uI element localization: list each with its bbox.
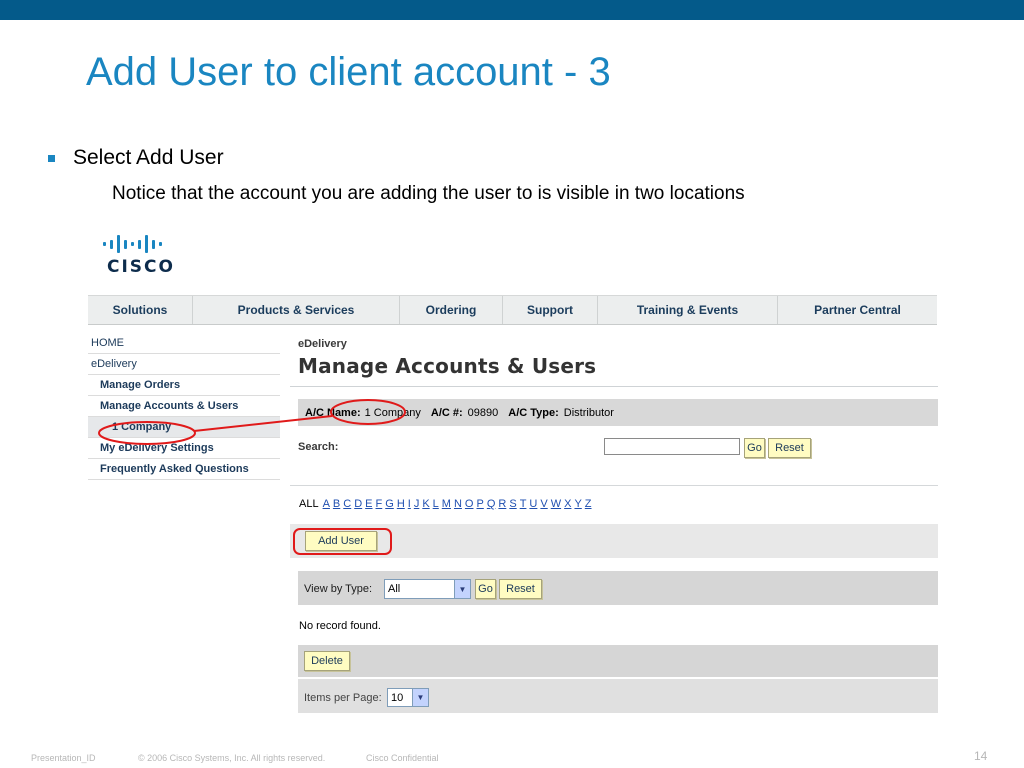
items-per-page-select[interactable]: 10 ▼: [387, 688, 429, 707]
nav-ordering[interactable]: Ordering: [400, 296, 503, 324]
alphabet-letter[interactable]: L: [433, 498, 439, 510]
divider: [290, 386, 938, 387]
items-per-page-value: 10: [391, 691, 404, 704]
account-type-value: Distributor: [563, 406, 614, 419]
chevron-down-icon[interactable]: ▼: [454, 580, 470, 598]
sub-bullet-text: Notice that the account you are adding t…: [112, 183, 745, 204]
search-reset-button[interactable]: Reset: [768, 438, 811, 458]
nav-training-events[interactable]: Training & Events: [598, 296, 778, 324]
alphabet-letter[interactable]: J: [414, 498, 420, 510]
delete-bar: [298, 645, 938, 677]
left-navigation: HOME eDelivery Manage Orders Manage Acco…: [88, 333, 280, 480]
slide-title: Add User to client account - 3: [86, 50, 611, 94]
alphabet-letter[interactable]: C: [343, 498, 351, 510]
no-record-message: No record found.: [299, 620, 381, 632]
page-heading: Manage Accounts & Users: [298, 354, 597, 378]
add-user-band: [290, 524, 938, 558]
breadcrumb: eDelivery: [298, 338, 347, 350]
alphabet-letter[interactable]: A: [323, 498, 330, 510]
leftnav-my-edelivery-settings[interactable]: My eDelivery Settings: [88, 438, 280, 459]
alphabet-letter[interactable]: N: [454, 498, 462, 510]
cisco-logo-bars-icon: [103, 235, 175, 253]
bullet-point: Select Add User: [48, 146, 224, 170]
alphabet-letter[interactable]: G: [385, 498, 394, 510]
add-user-button[interactable]: Add User: [305, 531, 377, 551]
alphabet-filter: ALL A B C D E F G H I J K L M N O P Q R …: [299, 498, 595, 510]
footer-confidential: Cisco Confidential: [366, 753, 439, 763]
alphabet-letter[interactable]: K: [422, 498, 429, 510]
leftnav-selected-account[interactable]: 1 Company: [88, 417, 280, 438]
account-number-value: 09890: [467, 406, 499, 419]
bullet-text: Select Add User: [73, 146, 224, 169]
search-label: Search:: [298, 441, 339, 453]
view-by-type-label: View by Type:: [304, 583, 373, 595]
alphabet-letter[interactable]: V: [540, 498, 547, 510]
view-by-type-select[interactable]: All ▼: [384, 579, 471, 599]
view-go-button[interactable]: Go: [475, 579, 496, 599]
nav-support[interactable]: Support: [503, 296, 598, 324]
alphabet-letter[interactable]: O: [465, 498, 474, 510]
top-navigation: Solutions Products & Services Ordering S…: [88, 295, 937, 325]
account-info-bar: A/C Name: 1 Company A/C #: 09890 A/C Typ…: [298, 399, 938, 426]
alphabet-letter[interactable]: X: [564, 498, 571, 510]
alphabet-letter[interactable]: W: [551, 498, 561, 510]
search-go-button[interactable]: Go: [744, 438, 765, 458]
bullet-square-icon: [48, 154, 55, 162]
leftnav-edelivery[interactable]: eDelivery: [88, 354, 280, 375]
account-type-label: A/C Type:: [508, 406, 559, 419]
delete-button[interactable]: Delete: [304, 651, 350, 671]
alphabet-letter[interactable]: E: [365, 498, 372, 510]
leftnav-home[interactable]: HOME: [88, 333, 280, 354]
account-name-value: 1 Company: [364, 406, 421, 419]
nav-solutions[interactable]: Solutions: [88, 296, 193, 324]
alphabet-letter[interactable]: T: [520, 498, 527, 510]
footer-copyright: © 2006 Cisco Systems, Inc. All rights re…: [138, 753, 326, 763]
alphabet-letter[interactable]: Q: [487, 498, 496, 510]
alphabet-letter[interactable]: U: [529, 498, 537, 510]
cisco-logo-text: CISCO: [107, 257, 175, 277]
alphabet-all[interactable]: ALL: [299, 498, 319, 510]
top-bar: [0, 0, 1024, 20]
leftnav-manage-accounts-users[interactable]: Manage Accounts & Users: [88, 396, 280, 417]
alphabet-letter[interactable]: P: [476, 498, 483, 510]
alphabet-letter[interactable]: M: [442, 498, 451, 510]
account-name-label: A/C Name:: [305, 406, 361, 419]
page-number: 14: [974, 749, 988, 763]
leftnav-faq[interactable]: Frequently Asked Questions: [88, 459, 280, 480]
alphabet-letter[interactable]: B: [333, 498, 340, 510]
account-number-label: A/C #:: [430, 406, 463, 419]
items-per-page-label: Items per Page:: [304, 692, 382, 704]
view-by-type-value: All: [388, 583, 401, 595]
alphabet-letter[interactable]: F: [376, 498, 383, 510]
alphabet-letter[interactable]: D: [354, 498, 362, 510]
nav-partner-central[interactable]: Partner Central: [778, 296, 937, 324]
search-input[interactable]: [604, 438, 740, 455]
alphabet-letter[interactable]: R: [498, 498, 506, 510]
alphabet-letter[interactable]: H: [397, 498, 405, 510]
nav-products-services[interactable]: Products & Services: [193, 296, 400, 324]
alphabet-letter[interactable]: I: [408, 498, 411, 510]
view-reset-button[interactable]: Reset: [499, 579, 542, 599]
cisco-logo: CISCO: [103, 235, 175, 281]
alphabet-letter[interactable]: S: [509, 498, 516, 510]
divider: [290, 485, 938, 486]
footer-presentation-id: Presentation_ID: [31, 753, 96, 763]
chevron-down-icon[interactable]: ▼: [412, 689, 428, 706]
alphabet-letter[interactable]: Y: [574, 498, 581, 510]
alphabet-letter[interactable]: Z: [585, 498, 592, 510]
leftnav-manage-orders[interactable]: Manage Orders: [88, 375, 280, 396]
